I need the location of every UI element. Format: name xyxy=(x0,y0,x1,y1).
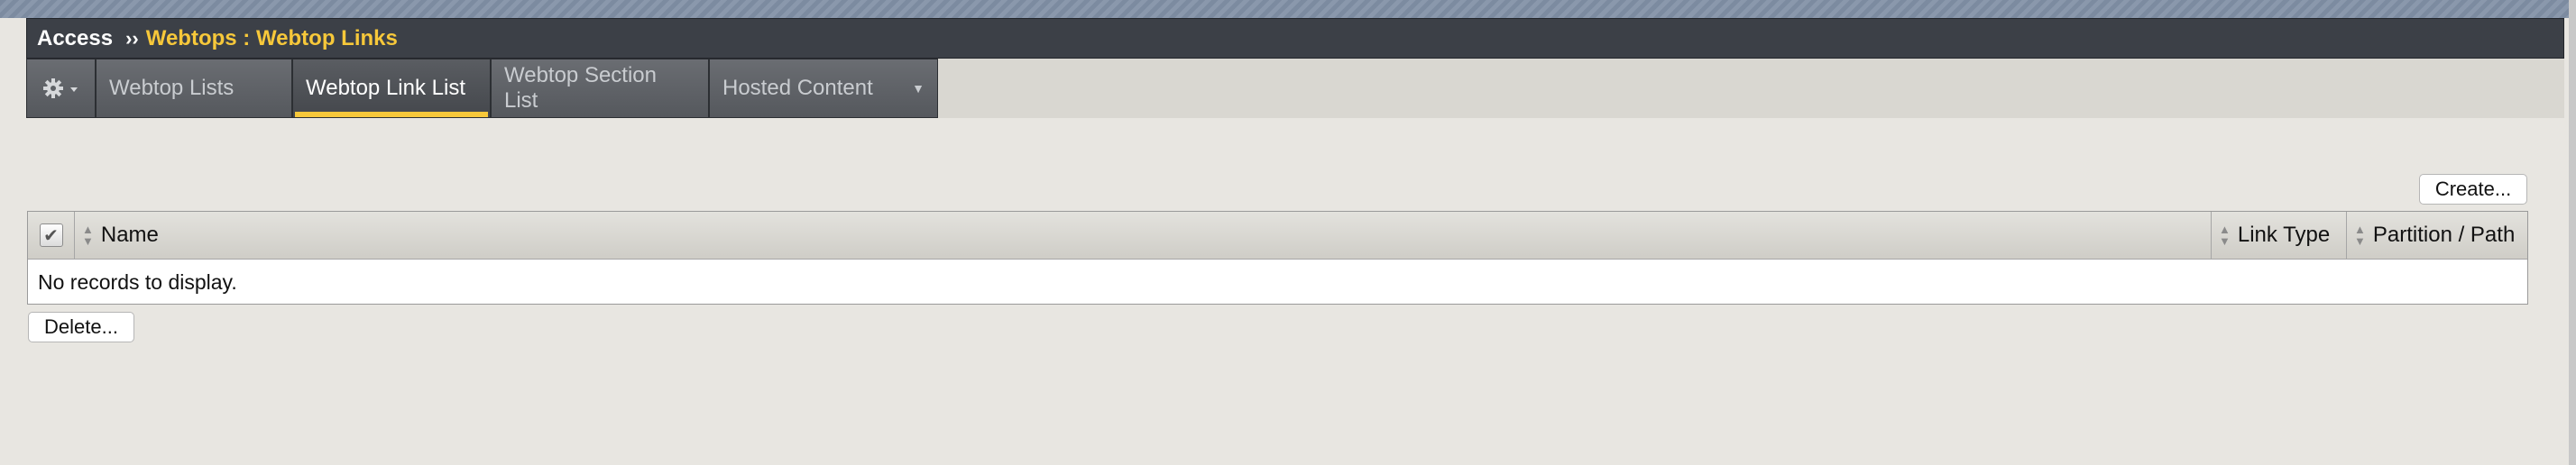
sort-icon: ▲ ▼ xyxy=(2354,223,2366,248)
column-header-partition-path[interactable]: ▲ ▼ Partition / Path xyxy=(2347,212,2527,259)
tab-hosted-content[interactable]: Hosted Content ▼ xyxy=(710,59,937,117)
empty-table-message: No records to display. xyxy=(38,269,237,294)
window-edge xyxy=(2569,0,2576,465)
create-button[interactable]: Create... xyxy=(2419,174,2527,205)
breadcrumb-separator: ›› xyxy=(125,26,139,50)
column-header-name[interactable]: ▲ ▼ Name xyxy=(75,212,2212,259)
webtop-links-table: ✔ ▲ ▼ Name ▲ ▼ Link Type ▲ ▼ Partition / Pa… xyxy=(27,211,2528,305)
tab-webtop-lists[interactable]: Webtop Lists xyxy=(97,59,293,117)
chevron-down-icon: ▼ xyxy=(912,81,925,96)
column-header-link-type[interactable]: ▲ ▼ Link Type xyxy=(2212,212,2347,259)
select-all-header: ✔ xyxy=(28,212,75,259)
gear-icon xyxy=(42,78,78,98)
delete-button[interactable]: Delete... xyxy=(28,312,134,342)
table-header: ✔ ▲ ▼ Name ▲ ▼ Link Type ▲ ▼ Partition / Pa… xyxy=(28,212,2527,260)
sort-icon: ▲ ▼ xyxy=(82,223,94,248)
tab-bar: Webtop Lists Webtop Link List Webtop Sec… xyxy=(26,59,2564,118)
breadcrumb-root[interactable]: Access xyxy=(37,26,113,51)
breadcrumb: Access ›› Webtops : Webtop Links xyxy=(26,18,2564,59)
top-banner-stripe xyxy=(0,0,2576,18)
tab-webtop-link-list[interactable]: Webtop Link List xyxy=(293,59,492,117)
breadcrumb-current: Webtops : Webtop Links xyxy=(145,25,398,50)
tab-webtop-section-list[interactable]: Webtop Section List xyxy=(492,59,710,117)
tab-strip: Webtop Lists Webtop Link List Webtop Sec… xyxy=(26,59,938,118)
select-all-checkbox[interactable]: ✔ xyxy=(39,223,63,247)
settings-menu-tab[interactable] xyxy=(27,59,97,117)
sort-icon: ▲ ▼ xyxy=(2219,223,2231,248)
chevron-down-icon xyxy=(69,87,78,92)
